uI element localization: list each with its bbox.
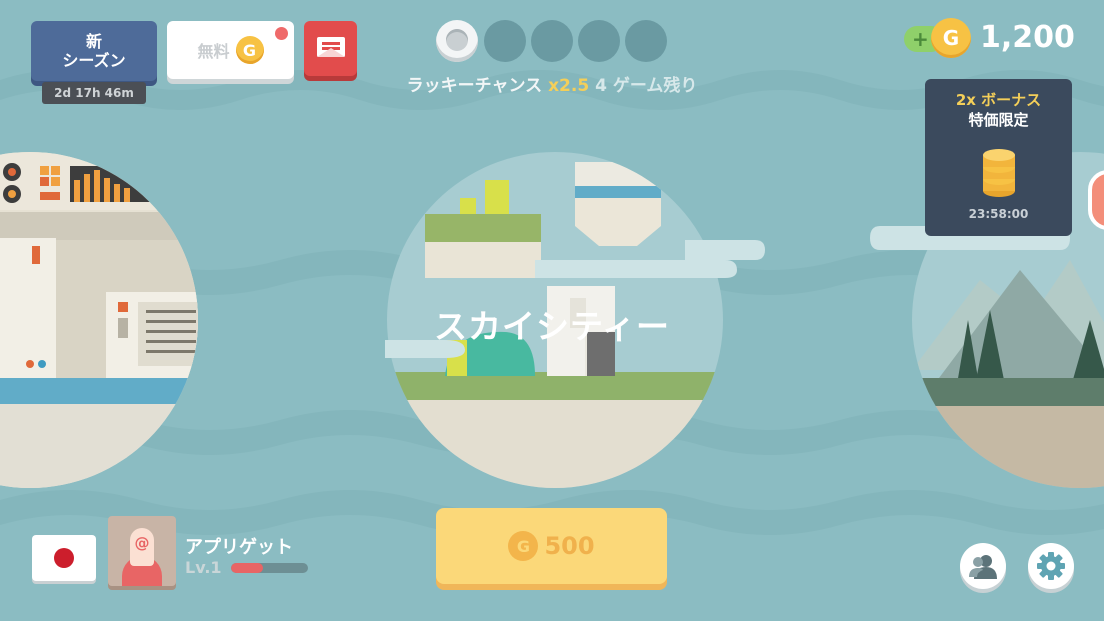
friends-icon bbox=[969, 555, 997, 579]
world-next-peek bbox=[1088, 170, 1104, 230]
coin-icon: G bbox=[931, 18, 971, 58]
xp-progress-bar bbox=[231, 563, 308, 573]
lucky-slot-filled bbox=[436, 20, 478, 62]
bonus-title: 2x ボーナス bbox=[955, 91, 1042, 109]
notification-dot bbox=[275, 27, 288, 40]
world-name: スカイシティー bbox=[433, 307, 671, 346]
bonus-offer-card[interactable]: 2x ボーナス 特価限定 23:58:00 bbox=[925, 79, 1072, 236]
player-name: アプリゲット bbox=[185, 537, 293, 558]
bonus-timer: 23:58:00 bbox=[968, 207, 1029, 221]
avatar-letter: @ bbox=[130, 528, 154, 566]
mail-button[interactable] bbox=[304, 21, 357, 76]
new-season-button[interactable]: 新 シーズン bbox=[31, 21, 157, 81]
world-factory[interactable] bbox=[0, 150, 220, 490]
coin-stack-icon bbox=[983, 149, 1015, 197]
japan-flag-icon[interactable] bbox=[32, 535, 96, 581]
play-cost: 500 bbox=[544, 532, 595, 560]
bonus-subtitle: 特価限定 bbox=[968, 111, 1029, 129]
player-level: Lv.1 bbox=[185, 558, 222, 577]
settings-button[interactable] bbox=[1028, 543, 1074, 589]
season-timer: 2d 17h 46m bbox=[42, 82, 146, 104]
mail-icon bbox=[316, 36, 345, 57]
season-label-line1: 新 bbox=[85, 32, 102, 51]
lucky-multiplier: x2.5 bbox=[548, 76, 590, 96]
lucky-chance-label: ラッキーチャンス bbox=[406, 76, 543, 96]
lucky-slot-empty bbox=[625, 20, 667, 62]
xp-progress-fill bbox=[231, 563, 264, 573]
gear-icon bbox=[1037, 552, 1065, 580]
lucky-slot-empty bbox=[531, 20, 573, 62]
coin-icon: G bbox=[508, 531, 539, 561]
season-label-line2: シーズン bbox=[62, 51, 126, 70]
friends-button[interactable] bbox=[960, 543, 1006, 589]
lucky-chance-text: ラッキーチャンス x2.5 4 ゲーム残り bbox=[360, 71, 744, 96]
avatar[interactable]: @ bbox=[108, 516, 176, 586]
lucky-slot-empty bbox=[484, 20, 526, 62]
lucky-slot-empty bbox=[578, 20, 620, 62]
free-label: 無料 bbox=[197, 42, 230, 61]
play-button[interactable]: G 500 bbox=[436, 508, 667, 584]
games-left: 4 ゲーム残り bbox=[595, 76, 698, 96]
coin-balance: 1,200 bbox=[980, 20, 1075, 55]
coin-icon: G bbox=[235, 36, 264, 64]
